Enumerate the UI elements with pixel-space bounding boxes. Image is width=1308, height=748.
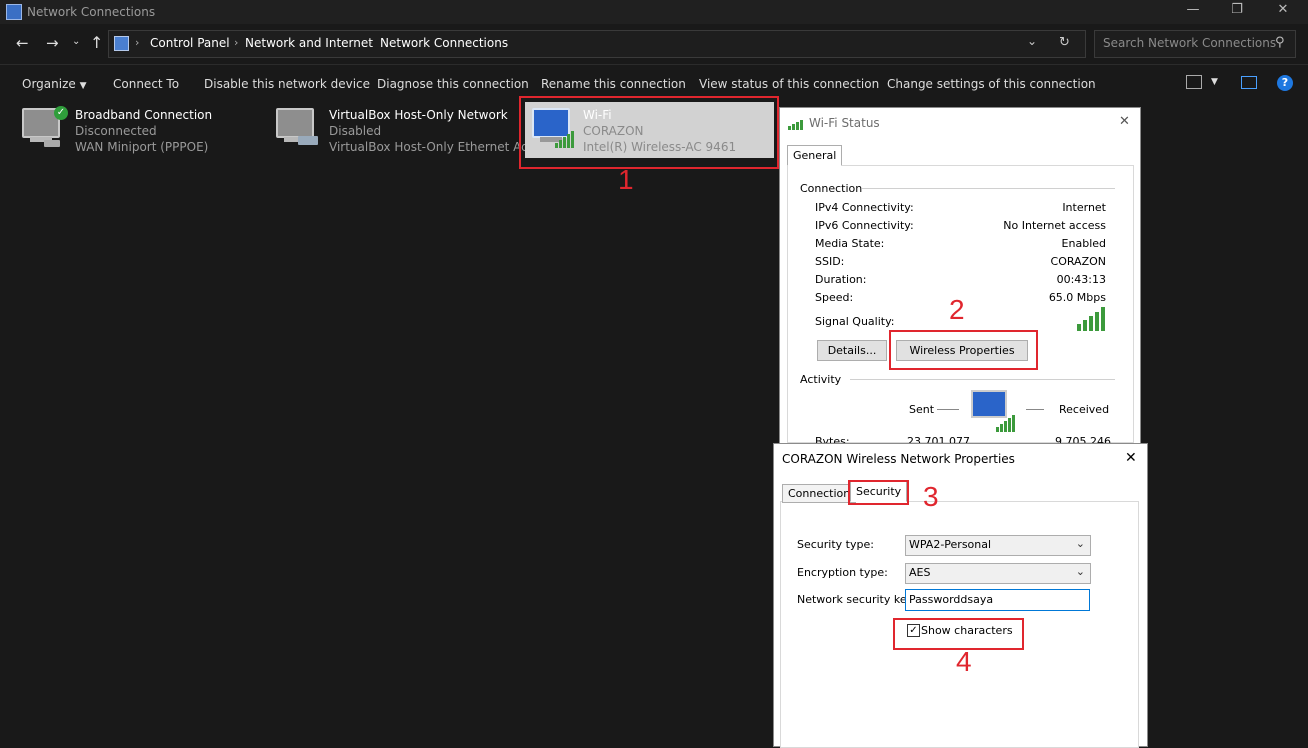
breadcrumb-network-connections[interactable]: Network Connections	[380, 36, 508, 50]
received-label: Received	[1059, 403, 1110, 416]
breadcrumb-network-and-internet[interactable]: Network and Internet	[245, 36, 373, 50]
section-divider	[862, 188, 1115, 189]
encryption-type-value: AES	[909, 566, 931, 579]
sent-line	[937, 409, 959, 410]
security-key-value: Passworddsaya	[909, 593, 994, 606]
received-line	[1026, 409, 1044, 410]
section-connection: Connection	[800, 182, 863, 195]
annotation-box-1	[519, 96, 779, 169]
close-icon[interactable]: ✕	[1125, 450, 1137, 466]
media-state-label: Media State:	[815, 237, 885, 250]
close-icon[interactable]: ✕	[1260, 2, 1306, 17]
sent-label: Sent	[909, 403, 935, 416]
annotation-number-3: 3	[923, 481, 939, 512]
organize-button[interactable]: Organize ▼	[22, 77, 87, 91]
annotation-number-1: 1	[618, 164, 634, 195]
chevron-down-icon: ▼	[79, 81, 87, 91]
duration-label: Duration:	[815, 273, 867, 286]
search-placeholder: Search Network Connections	[1103, 36, 1277, 50]
ipv6-value: No Internet access	[1003, 219, 1106, 232]
annotation-number-4: 4	[956, 646, 972, 677]
annotation-box-3	[848, 480, 909, 505]
connection-broadband[interactable]: ✓ Broadband Connection Disconnected WAN …	[20, 106, 260, 156]
recent-dropdown-icon[interactable]: ⌄	[72, 36, 80, 47]
security-type-value: WPA2-Personal	[909, 538, 992, 551]
wireless-properties-dialog: CORAZON Wireless Network Properties ✕ Co…	[773, 443, 1148, 748]
ipv4-label: IPv4 Connectivity:	[815, 201, 914, 214]
window-title: Network Connections	[27, 5, 156, 19]
breadcrumb-separator-icon[interactable]: ›	[368, 36, 372, 49]
network-folder-icon	[6, 4, 22, 20]
security-type-select[interactable]: WPA2-Personal ⌄	[905, 535, 1091, 556]
help-icon[interactable]: ?	[1277, 75, 1293, 91]
speed-value: 65.0 Mbps	[1048, 291, 1106, 304]
speed-label: Speed:	[815, 291, 854, 304]
encryption-type-label: Encryption type:	[797, 566, 888, 579]
connection-status: Disabled	[329, 124, 382, 138]
annotation-box-2	[889, 330, 1038, 370]
wifi-signal-icon	[788, 118, 806, 130]
search-icon[interactable]: ⚲	[1275, 35, 1285, 50]
connection-name: VirtualBox Host-Only Network	[329, 108, 508, 122]
security-key-label: Network security key	[797, 593, 914, 606]
section-divider	[850, 379, 1115, 380]
up-icon[interactable]: ↑	[90, 33, 103, 52]
connection-device: VirtualBox Host-Only Ethernet Ad...	[329, 140, 541, 154]
tab-connection[interactable]: Connection	[782, 484, 857, 503]
rename-button[interactable]: Rename this connection	[541, 77, 686, 91]
view-dropdown-icon[interactable]: ▼	[1211, 77, 1218, 87]
change-settings-button[interactable]: Change settings of this connection	[887, 77, 1096, 91]
close-icon[interactable]: ✕	[1119, 114, 1130, 129]
wifi-status-dialog: Wi-Fi Status ✕ General Connection IPv4 C…	[779, 107, 1141, 448]
details-button[interactable]: Details...	[817, 340, 887, 361]
breadcrumb-control-panel[interactable]: Control Panel	[150, 36, 230, 50]
dialog-title: CORAZON Wireless Network Properties	[782, 452, 1015, 466]
connection-device: WAN Miniport (PPPOE)	[75, 140, 209, 154]
chevron-down-icon: ⌄	[1075, 537, 1085, 550]
section-activity: Activity	[800, 373, 842, 386]
title-bar: Network Connections — ❐ ✕	[0, 0, 1308, 24]
security-type-label: Security type:	[797, 538, 874, 551]
connection-name: Broadband Connection	[75, 108, 213, 122]
preview-pane-icon[interactable]	[1241, 76, 1257, 89]
chevron-down-icon: ⌄	[1075, 565, 1085, 578]
dialog-title: Wi-Fi Status	[809, 116, 880, 130]
tab-general[interactable]: General	[787, 145, 843, 166]
breadcrumb-separator-icon[interactable]: ›	[234, 36, 238, 49]
ipv4-value: Internet	[1062, 201, 1106, 214]
refresh-icon[interactable]: ↻	[1059, 35, 1070, 50]
diagnose-button[interactable]: Diagnose this connection	[377, 77, 529, 91]
control-panel-icon	[114, 36, 129, 51]
media-state-value: Enabled	[1061, 237, 1106, 250]
signal-quality-label: Signal Quality:	[815, 315, 895, 328]
encryption-type-select[interactable]: AES ⌄	[905, 563, 1091, 584]
address-dropdown-icon[interactable]: ⌄	[1027, 34, 1037, 48]
connection-status: Disconnected	[75, 124, 157, 138]
organize-label: Organize	[22, 77, 76, 91]
restore-icon[interactable]: ❐	[1214, 2, 1260, 17]
annotation-number-2: 2	[949, 294, 965, 325]
disable-device-button[interactable]: Disable this network device	[204, 77, 370, 91]
minimize-icon[interactable]: —	[1170, 2, 1216, 17]
signal-strength-icon	[1077, 307, 1107, 331]
security-key-input[interactable]: Passworddsaya	[905, 589, 1090, 611]
connect-to-button[interactable]: Connect To	[113, 77, 179, 91]
duration-value: 00:43:13	[1056, 273, 1106, 286]
back-icon[interactable]: ←	[16, 34, 29, 52]
view-options-icon[interactable]	[1186, 75, 1202, 89]
ssid-label: SSID:	[815, 255, 845, 268]
connection-virtualbox[interactable]: VirtualBox Host-Only Network Disabled Vi…	[274, 106, 540, 156]
search-input[interactable]: Search Network Connections ⚲	[1094, 30, 1296, 58]
ipv6-label: IPv6 Connectivity:	[815, 219, 914, 232]
address-bar[interactable]: › Control Panel › Network and Internet ›…	[108, 30, 1086, 58]
view-status-button[interactable]: View status of this connection	[699, 77, 879, 91]
breadcrumb-separator-icon[interactable]: ›	[135, 36, 139, 49]
forward-icon[interactable]: →	[46, 34, 59, 52]
ssid-value: CORAZON	[1050, 255, 1106, 268]
